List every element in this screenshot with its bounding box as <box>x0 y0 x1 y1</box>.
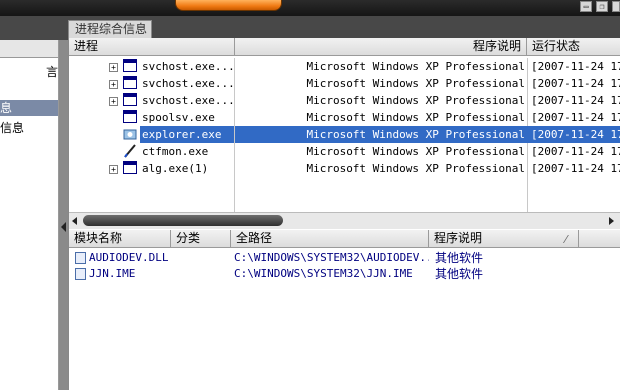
window-icon <box>123 161 137 175</box>
process-name: ctfmon.exe <box>142 145 209 158</box>
process-status: [2007-11-24 17 <box>531 94 620 107</box>
left-nav-item-label: 言 <box>45 65 58 79</box>
expand-plus-icon[interactable]: + <box>109 80 118 89</box>
process-description: Microsoft Windows XP Professional <box>306 60 525 73</box>
window-glyph <box>123 161 137 174</box>
process-name: explorer.exe <box>140 126 234 143</box>
left-nav-item-label: 息 <box>0 101 13 115</box>
process-row[interactable]: spoolsv.exe Microsoft Windows XP Professi… <box>69 109 620 126</box>
close-button[interactable] <box>612 1 620 12</box>
horizontal-scrollbar[interactable] <box>69 212 620 229</box>
scroll-right-arrow-icon[interactable] <box>609 217 614 225</box>
module-path: C:\WINDOWS\SYSTEM32\JJN.IME <box>234 267 413 280</box>
collapse-left-arrow-icon[interactable] <box>61 222 66 232</box>
window-glyph <box>123 59 137 72</box>
process-row[interactable]: + svchost.exe... Microsoft Windows XP Prof… <box>69 58 620 75</box>
process-row[interactable]: ctfmon.exe Microsoft Windows XP Professio… <box>69 143 620 160</box>
process-status: [2007-11-24 17 <box>531 77 620 90</box>
col-header-process[interactable]: 进程 <box>69 38 235 56</box>
module-list: 模块名称 分类 全路径 程序说明 ⁄ AUDIODEV.DLL C:\WINDOW… <box>69 230 620 390</box>
process-panel: 进程 程序说明 运行状态 + svchost.exe... Microsoft Wi… <box>68 38 620 390</box>
process-row[interactable]: + svchost.exe... Microsoft Windows XP Prof… <box>69 75 620 92</box>
process-name: svchost.exe... <box>142 60 234 73</box>
process-row-selected[interactable]: explorer.exe Microsoft Windows XP Profess… <box>69 126 620 143</box>
window-icon <box>123 110 137 124</box>
file-icon <box>75 268 86 280</box>
module-name: AUDIODEV.DLL <box>89 251 169 264</box>
module-description: 其他软件 <box>435 251 484 265</box>
col-header-full-path[interactable]: 全路径 <box>231 230 429 248</box>
process-status: [2007-11-24 17 <box>529 126 620 143</box>
process-description: Microsoft Windows XP Professional <box>306 77 525 90</box>
restore-button[interactable]: ❐ <box>596 1 608 12</box>
col-header-category[interactable]: 分类 <box>171 230 231 248</box>
window-glyph <box>123 110 137 123</box>
window-icon <box>123 59 137 73</box>
process-status: [2007-11-24 17 <box>531 60 620 73</box>
scroll-left-arrow-icon[interactable] <box>72 217 77 225</box>
window-glyph <box>123 93 137 106</box>
module-row[interactable]: JJN.IME C:\WINDOWS\SYSTEM32\JJN.IME 其他软件 <box>69 266 620 282</box>
process-description: Microsoft Windows XP Professional <box>306 94 525 107</box>
left-nav-item-selected[interactable]: 息 <box>0 100 58 116</box>
pane-splitter[interactable] <box>59 40 68 390</box>
left-nav-item-label: 信息 <box>0 121 25 135</box>
process-name: svchost.exe... <box>142 77 234 90</box>
process-list: + svchost.exe... Microsoft Windows XP Prof… <box>69 58 620 212</box>
process-name: spoolsv.exe <box>142 111 215 124</box>
left-nav-item[interactable]: 信息 <box>0 120 58 136</box>
title-bar <box>0 0 620 16</box>
window-icon <box>123 93 137 107</box>
left-nav-pane: 言 息 信息 <box>0 40 59 390</box>
process-status: [2007-11-24 17 <box>531 111 620 124</box>
minimize-button[interactable]: ▭ <box>580 1 592 12</box>
col-header-status[interactable]: 运行状态 <box>527 38 620 56</box>
col-header-module-description[interactable]: 程序说明 <box>429 230 579 248</box>
col-header-empty <box>579 230 620 248</box>
expand-plus-icon[interactable]: + <box>109 165 118 174</box>
process-description: Microsoft Windows XP Professional <box>306 145 525 158</box>
column-resize-grip-icon[interactable]: ⁄ <box>565 233 575 246</box>
file-icon <box>75 252 86 264</box>
left-nav-item[interactable]: 言 <box>0 64 58 80</box>
left-nav-header <box>0 40 58 58</box>
scrollbar-thumb[interactable] <box>83 215 283 226</box>
process-row[interactable]: + alg.exe(1) Microsoft Windows XP Professi… <box>69 160 620 177</box>
module-description: 其他软件 <box>435 267 484 281</box>
process-status: [2007-11-24 17 <box>531 162 620 175</box>
pen-icon <box>123 144 137 158</box>
expand-plus-icon[interactable]: + <box>109 63 118 72</box>
process-description: Microsoft Windows XP Professional <box>306 162 525 175</box>
process-name: alg.exe(1) <box>142 162 209 175</box>
module-path: C:\WINDOWS\SYSTEM32\AUDIODEV... <box>234 251 429 264</box>
main-menu-button[interactable] <box>175 0 282 11</box>
module-name: JJN.IME <box>89 267 136 280</box>
module-rows: AUDIODEV.DLL C:\WINDOWS\SYSTEM32\AUDIODEV… <box>69 250 620 390</box>
process-status: [2007-11-24 17 <box>531 145 620 158</box>
process-description: Microsoft Windows XP Professional <box>306 111 525 124</box>
process-description: Microsoft Windows XP Professional <box>235 126 529 143</box>
col-header-module-name[interactable]: 模块名称 <box>69 230 171 248</box>
process-row[interactable]: + svchost.exe... Microsoft Windows XP Prof… <box>69 92 620 109</box>
col-header-description[interactable]: 程序说明 <box>235 38 527 56</box>
window-icon <box>123 76 137 90</box>
window-glyph <box>123 76 137 89</box>
explorer-icon <box>123 127 137 141</box>
tab-process-info[interactable]: 进程综合信息 <box>68 20 152 38</box>
expand-plus-icon[interactable]: + <box>109 97 118 106</box>
module-row[interactable]: AUDIODEV.DLL C:\WINDOWS\SYSTEM32\AUDIODEV… <box>69 250 620 266</box>
process-name: svchost.exe... <box>142 94 234 107</box>
